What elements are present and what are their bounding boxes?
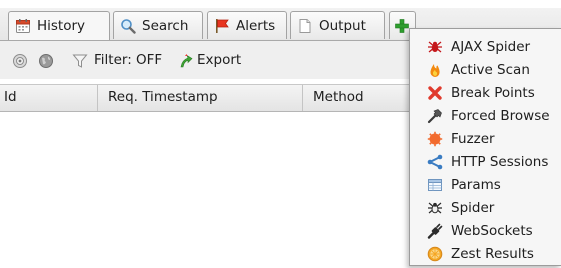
- menu-item-label: Params: [451, 176, 501, 193]
- menu-item-label: Active Scan: [451, 61, 530, 78]
- column-header-method[interactable]: Method: [303, 85, 423, 111]
- menu-item-active-scan[interactable]: Active Scan: [410, 58, 561, 81]
- tab-alerts-label: Alerts: [236, 17, 276, 34]
- calendar-icon: [15, 18, 31, 34]
- menu-item-forced-browse[interactable]: Forced Browse: [410, 104, 561, 127]
- menu-item-label: Fuzzer: [451, 130, 495, 147]
- export-icon[interactable]: [177, 53, 193, 69]
- column-header-id[interactable]: Id: [0, 85, 98, 111]
- tab-output-label: Output: [319, 17, 366, 34]
- magnifier-icon: [120, 18, 136, 34]
- table-icon: [427, 177, 443, 193]
- menu-item-websockets[interactable]: WebSockets: [410, 219, 561, 242]
- menu-item-break-points[interactable]: Break Points: [410, 81, 561, 104]
- menu-item-http-sessions[interactable]: HTTP Sessions: [410, 150, 561, 173]
- filter-icon[interactable]: [72, 53, 88, 69]
- ajax-spider-icon: [427, 39, 443, 55]
- tab-search[interactable]: Search: [113, 11, 203, 39]
- menu-item-label: HTTP Sessions: [451, 153, 549, 170]
- menu-item-label: Break Points: [451, 84, 535, 101]
- column-header-req-timestamp[interactable]: Req. Timestamp: [98, 85, 303, 111]
- tab-output[interactable]: Output: [290, 11, 385, 39]
- menu-item-zest-results[interactable]: Zest Results: [410, 242, 561, 265]
- globe-icon[interactable]: [38, 53, 54, 69]
- fuzzer-icon: [427, 131, 443, 147]
- red-x-icon: [427, 85, 443, 101]
- export-button[interactable]: Export: [197, 52, 241, 68]
- zest-icon: [427, 246, 443, 262]
- filter-status[interactable]: Filter: OFF: [94, 52, 162, 68]
- menu-item-params[interactable]: Params: [410, 173, 561, 196]
- plug-icon: [427, 223, 443, 239]
- tab-history-label: History: [37, 18, 86, 34]
- tab-search-label: Search: [142, 17, 189, 34]
- plus-icon: [394, 18, 410, 34]
- document-icon: [297, 18, 313, 34]
- hammer-icon: [427, 108, 443, 124]
- menu-item-label: Zest Results: [451, 245, 534, 262]
- flag-icon: [214, 18, 230, 34]
- menu-item-label: Spider: [451, 199, 495, 216]
- menu-item-fuzzer[interactable]: Fuzzer: [410, 127, 561, 150]
- spider-icon: [427, 200, 443, 216]
- add-tab-menu: AJAX Spider Active Scan Break Points For…: [409, 28, 561, 266]
- menu-item-spider[interactable]: Spider: [410, 196, 561, 219]
- menu-item-label: AJAX Spider: [451, 38, 531, 55]
- share-icon: [427, 154, 443, 170]
- menu-item-label: WebSockets: [451, 222, 533, 239]
- tab-alerts[interactable]: Alerts: [207, 11, 287, 39]
- scope-icon[interactable]: [12, 53, 28, 69]
- menu-item-label: Forced Browse: [451, 107, 550, 124]
- flame-icon: [427, 62, 443, 78]
- menu-item-ajax-spider[interactable]: AJAX Spider: [410, 35, 561, 58]
- tab-history[interactable]: History: [8, 11, 110, 40]
